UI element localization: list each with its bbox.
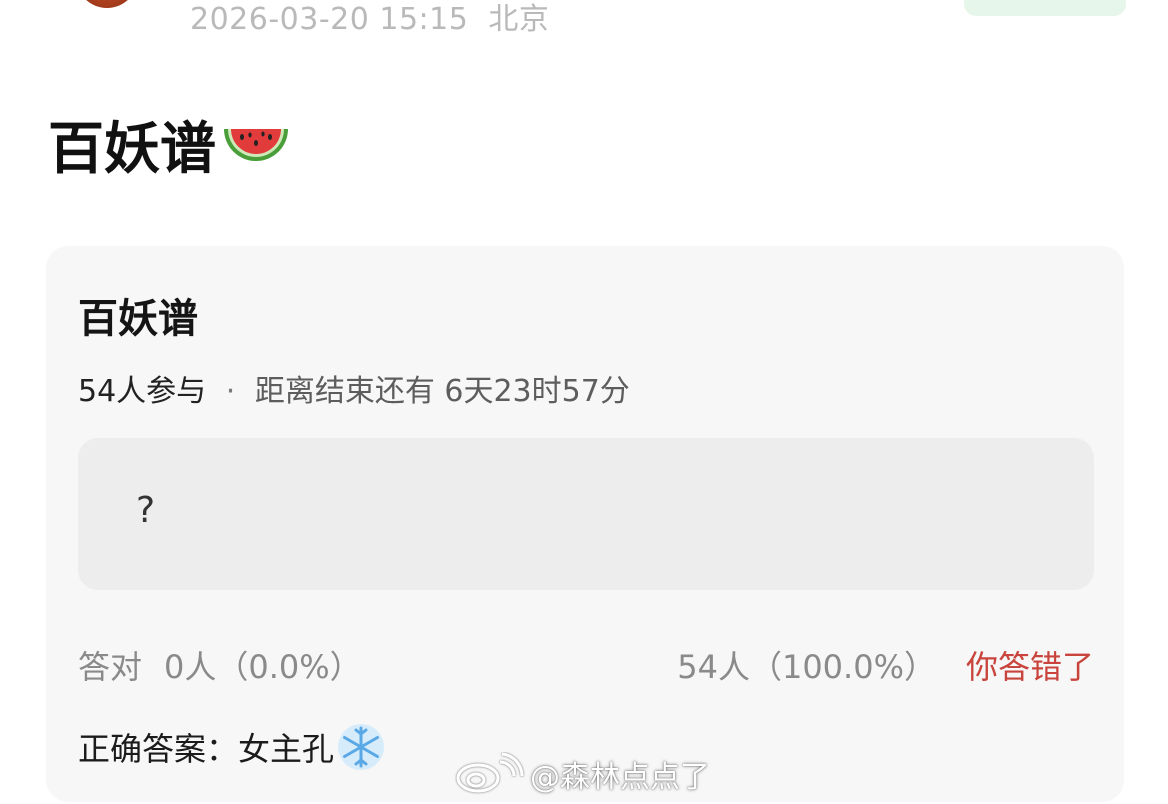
poll-answer-text: 正确答案：女主孔 xyxy=(78,730,335,768)
poll-participants: 54人参与 xyxy=(78,374,207,409)
post-timestamp: 2026-03-20 15:15 xyxy=(190,2,469,37)
poll-separator: · xyxy=(225,374,236,409)
post-title: 百妖谱 xyxy=(48,104,292,185)
poll-option-text: ? xyxy=(136,490,156,531)
poll-correct-answer: 正确答案：女主孔 xyxy=(78,722,386,772)
poll-card: 百妖谱 54人参与 · 距离结束还有 6天23时57分 ? 答对 0人（0.0%）… xyxy=(46,246,1124,802)
poll-stats: 54人参与 · 距离结束还有 6天23时57分 xyxy=(78,366,630,410)
poll-remaining-time: 距离结束还有 6天23时57分 xyxy=(254,374,630,409)
follow-button[interactable] xyxy=(964,0,1126,16)
poll-correct-result: 答对 0人（0.0%） xyxy=(78,642,362,688)
watermark-text: @森林点点了 xyxy=(530,760,710,795)
watermark: @森林点点了 xyxy=(452,752,710,796)
post-location: 北京 xyxy=(488,2,550,37)
poll-wrong-count: 54人（100.0%） xyxy=(677,648,936,686)
weibo-logo-icon xyxy=(456,752,524,793)
post-page: 2026-03-20 15:15 北京 百妖谱 百妖谱 54人参与 · 距离结束… xyxy=(0,0,1168,804)
poll-wrong-label: 你答错了 xyxy=(965,648,1094,686)
poll-wrong-result: 54人（100.0%） 你答错了 xyxy=(677,642,1094,688)
post-title-text: 百妖谱 xyxy=(48,117,216,182)
poll-option[interactable]: ? xyxy=(78,438,1094,590)
watermelon-icon xyxy=(224,128,288,161)
avatar[interactable] xyxy=(76,0,138,8)
poll-correct-count: 0人（0.0%） xyxy=(164,648,362,686)
snowflake-icon xyxy=(338,724,385,770)
post-meta: 2026-03-20 15:15 北京 xyxy=(190,0,549,38)
poll-title: 百妖谱 xyxy=(78,296,198,342)
poll-correct-label: 答对 xyxy=(78,648,143,686)
